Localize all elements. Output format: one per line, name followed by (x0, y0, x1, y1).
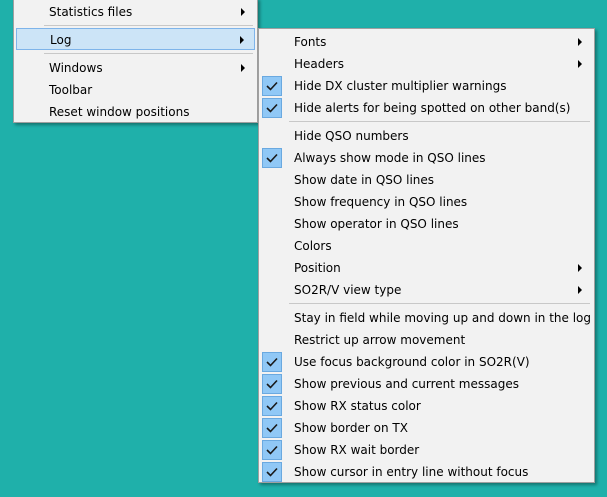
menu-item-label: Log (50, 33, 72, 47)
log-submenu: Fonts Headers Hide DX cluster multiplier w… (258, 28, 595, 483)
menu-item-show-frequency-in-qso-lines[interactable]: Show frequency in QSO lines (261, 191, 592, 213)
checkmark-icon (262, 440, 282, 460)
chevron-right-icon (241, 8, 245, 16)
menu-item-show-previous-and-current-messages[interactable]: Show previous and current messages (261, 373, 592, 395)
menu-item-label: Stay in field while moving up and down i… (294, 311, 592, 325)
menu-item-label: Show RX status color (294, 399, 421, 413)
checkmark-icon (262, 462, 282, 482)
menu-item-always-show-mode-in-qso-lines[interactable]: Always show mode in QSO lines (261, 147, 592, 169)
chevron-right-icon (578, 264, 582, 272)
menu-item-label: Show border on TX (294, 421, 408, 435)
chevron-right-icon (240, 36, 244, 44)
menu-item-label: Show RX wait border (294, 443, 420, 457)
menu-item-label: Windows (49, 61, 103, 75)
menu-separator (44, 25, 253, 26)
menu-item-label: Position (294, 261, 341, 275)
menu-separator (44, 53, 253, 54)
main-menu: Statistics files Log Windows Toolbar Res… (13, 0, 258, 123)
checkmark-icon (262, 98, 282, 118)
menu-item-show-operator-in-qso-lines[interactable]: Show operator in QSO lines (261, 213, 592, 235)
menu-separator (289, 121, 590, 122)
menu-item-headers[interactable]: Headers (261, 53, 592, 75)
menu-item-show-date-in-qso-lines[interactable]: Show date in QSO lines (261, 169, 592, 191)
menu-item-windows[interactable]: Windows (16, 57, 255, 79)
menu-item-label: Toolbar (49, 83, 93, 97)
checkmark-icon (262, 418, 282, 438)
menu-item-label: Show frequency in QSO lines (294, 195, 468, 209)
menu-separator (289, 303, 590, 304)
checkmark-icon (262, 148, 282, 168)
menu-item-label: Hide DX cluster multiplier warnings (294, 79, 507, 93)
checkmark-icon (262, 396, 282, 416)
checkmark-icon (262, 374, 282, 394)
menu-item-fonts[interactable]: Fonts (261, 31, 592, 53)
menu-item-label: Headers (294, 57, 344, 71)
menu-item-show-rx-wait-border[interactable]: Show RX wait border (261, 439, 592, 461)
menu-item-label: Show cursor in entry line without focus (294, 465, 529, 479)
chevron-right-icon (578, 286, 582, 294)
menu-item-label: Statistics files (49, 5, 133, 19)
checkmark-icon (262, 76, 282, 96)
menu-item-label: Reset window positions (49, 105, 190, 119)
chevron-right-icon (578, 38, 582, 46)
menu-item-label: Show date in QSO lines (294, 173, 435, 187)
menu-item-label: Colors (294, 239, 332, 253)
menu-item-label: Show previous and current messages (294, 377, 519, 391)
chevron-right-icon (578, 60, 582, 68)
menu-item-label: Restrict up arrow movement (294, 333, 466, 347)
menu-item-toolbar[interactable]: Toolbar (16, 79, 255, 101)
menu-item-log[interactable]: Log (16, 28, 255, 50)
menu-item-label: Always show mode in QSO lines (294, 151, 486, 165)
menu-item-label: Use focus background color in SO2R(V) (294, 355, 530, 369)
menu-item-show-cursor-in-entry-line-without-focus[interactable]: Show cursor in entry line without focus (261, 461, 592, 483)
menu-item-stay-in-field-while-moving-up-and-down-in-the-log[interactable]: Stay in field while moving up and down i… (261, 307, 592, 329)
menu-item-reset-window-positions[interactable]: Reset window positions (16, 101, 255, 123)
menu-item-use-focus-background-color-in-so2r-v[interactable]: Use focus background color in SO2R(V) (261, 351, 592, 373)
menu-item-label: Hide alerts for being spotted on other b… (294, 101, 571, 115)
menu-item-label: Show operator in QSO lines (294, 217, 459, 231)
menu-item-position[interactable]: Position (261, 257, 592, 279)
menu-item-show-rx-status-color[interactable]: Show RX status color (261, 395, 592, 417)
menu-item-colors[interactable]: Colors (261, 235, 592, 257)
checkmark-icon (262, 352, 282, 372)
menu-item-label: Fonts (294, 35, 327, 49)
menu-item-hide-qso-numbers[interactable]: Hide QSO numbers (261, 125, 592, 147)
menu-item-so2r-v-view-type[interactable]: SO2R/V view type (261, 279, 592, 301)
menu-item-show-border-on-tx[interactable]: Show border on TX (261, 417, 592, 439)
menu-item-restrict-up-arrow-movement[interactable]: Restrict up arrow movement (261, 329, 592, 351)
menu-item-hide-dx-cluster-multiplier-warnings[interactable]: Hide DX cluster multiplier warnings (261, 75, 592, 97)
chevron-right-icon (241, 64, 245, 72)
menu-item-label: SO2R/V view type (294, 283, 402, 297)
menu-item-label: Hide QSO numbers (294, 129, 409, 143)
menu-item-hide-alerts-for-being-spotted-on-other-band-s[interactable]: Hide alerts for being spotted on other b… (261, 97, 592, 119)
menu-item-statistics-files[interactable]: Statistics files (16, 1, 255, 23)
